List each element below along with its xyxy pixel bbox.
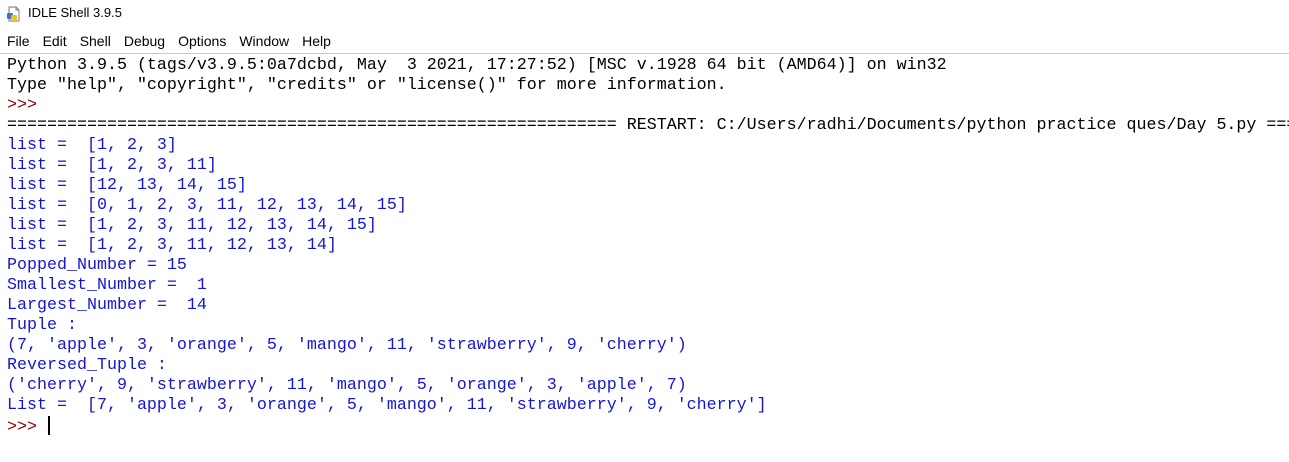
window-title: IDLE Shell 3.9.5 (28, 5, 122, 20)
menu-shell[interactable]: Shell (73, 30, 117, 52)
shell-line-text: list = [1, 2, 3] (7, 136, 177, 155)
shell-prompt: >>> (7, 96, 47, 115)
menu-options[interactable]: Options (171, 30, 232, 52)
menu-file[interactable]: File (0, 30, 36, 52)
idle-shell-window: IDLE Shell 3.9.5 File Edit Shell Debug Optio… (0, 0, 1289, 462)
shell-output-area[interactable]: Python 3.9.5 (tags/v3.9.5:0a7dcbd, May 3… (0, 54, 1289, 462)
shell-line-stdout: Popped_Number = 15 (7, 256, 1289, 276)
shell-line-console: Type "help", "copyright", "credits" or "… (7, 76, 1289, 96)
menu-debug[interactable]: Debug (117, 30, 171, 52)
menu-bar: File Edit Shell Debug Options Window Help (0, 30, 1289, 52)
shell-line-stdout: List = [7, 'apple', 3, 'orange', 5, 'man… (7, 396, 1289, 416)
shell-line-text: list = [0, 1, 2, 3, 11, 12, 13, 14, 15] (7, 196, 407, 215)
shell-line-text: Smallest_Number = 1 (7, 276, 207, 295)
shell-line-prompt: >>> (7, 96, 1289, 116)
shell-line-text: list = [1, 2, 3, 11, 12, 13, 14] (7, 236, 337, 255)
shell-line-text: Reversed_Tuple : (7, 356, 167, 375)
title-bar[interactable]: IDLE Shell 3.9.5 (0, 0, 1289, 30)
shell-line-text: Largest_Number = 14 (7, 296, 207, 315)
shell-line-stdout: Reversed_Tuple : (7, 356, 1289, 376)
shell-line-text: list = [12, 13, 14, 15] (7, 176, 247, 195)
shell-line-text: Tuple : (7, 316, 77, 335)
shell-line-stdout: list = [1, 2, 3] (7, 136, 1289, 156)
shell-line-text: Python 3.9.5 (tags/v3.9.5:0a7dcbd, May 3… (7, 56, 947, 75)
shell-line-stdout: list = [1, 2, 3, 11, 12, 13, 14, 15] (7, 216, 1289, 236)
menu-edit[interactable]: Edit (36, 30, 73, 52)
shell-line-text: Type "help", "copyright", "credits" or "… (7, 76, 727, 95)
python-idle-icon (7, 6, 20, 22)
menu-window[interactable]: Window (232, 30, 295, 52)
shell-line-stdout: list = [1, 2, 3, 11] (7, 156, 1289, 176)
shell-line-stdout: Smallest_Number = 1 (7, 276, 1289, 296)
text-cursor[interactable] (47, 416, 50, 435)
shell-line-console: Python 3.9.5 (tags/v3.9.5:0a7dcbd, May 3… (7, 56, 1289, 76)
shell-line-stdout: ('cherry', 9, 'strawberry', 11, 'mango',… (7, 376, 1289, 396)
shell-line-stdout: list = [1, 2, 3, 11, 12, 13, 14] (7, 236, 1289, 256)
shell-prompt: >>> (7, 418, 47, 437)
shell-line-text: ========================================… (7, 116, 1289, 135)
shell-text: Python 3.9.5 (tags/v3.9.5:0a7dcbd, May 3… (7, 56, 1289, 437)
shell-line-text: Popped_Number = 15 (7, 256, 187, 275)
shell-line-stdout: Tuple : (7, 316, 1289, 336)
shell-line-text: list = [1, 2, 3, 11, 12, 13, 14, 15] (7, 216, 377, 235)
shell-line-stdout: Largest_Number = 14 (7, 296, 1289, 316)
shell-line-stdout: list = [12, 13, 14, 15] (7, 176, 1289, 196)
shell-line-prompt: >>> (7, 416, 1289, 437)
shell-line-stdout: (7, 'apple', 3, 'orange', 5, 'mango', 11… (7, 336, 1289, 356)
shell-line-console: ========================================… (7, 116, 1289, 136)
shell-line-text: list = [1, 2, 3, 11] (7, 156, 217, 175)
shell-line-text: List = [7, 'apple', 3, 'orange', 5, 'man… (7, 396, 767, 415)
shell-line-text: ('cherry', 9, 'strawberry', 11, 'mango',… (7, 376, 687, 395)
shell-line-stdout: list = [0, 1, 2, 3, 11, 12, 13, 14, 15] (7, 196, 1289, 216)
shell-line-text: (7, 'apple', 3, 'orange', 5, 'mango', 11… (7, 336, 687, 355)
menu-help[interactable]: Help (295, 30, 337, 52)
